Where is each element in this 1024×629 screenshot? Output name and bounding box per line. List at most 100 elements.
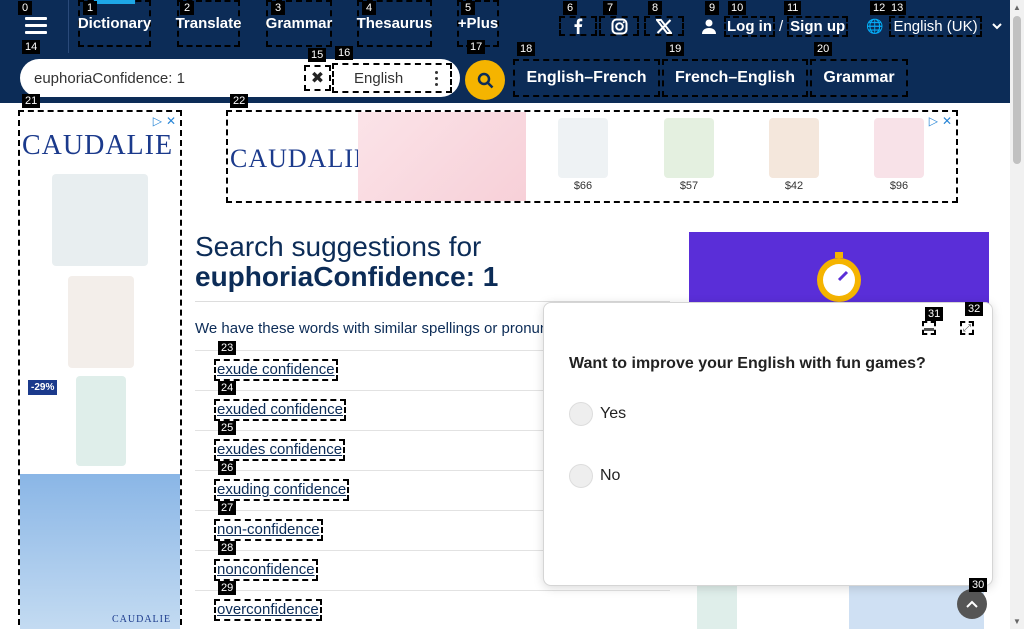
index-badge: 23 [218, 341, 237, 355]
suggestion-link[interactable]: exude confidence [214, 359, 338, 381]
clear-icon[interactable]: ✖ [304, 65, 331, 91]
stopwatch-icon [817, 252, 861, 302]
ad-price: $96 [889, 180, 909, 192]
option-label: No [600, 467, 621, 484]
index-badge: 15 [308, 48, 327, 62]
title-query: euphoriaConfidence: 1 [195, 261, 499, 292]
index-badge: 10 [728, 1, 747, 15]
index-badge: 16 [335, 46, 354, 60]
search-box: ✖ English [20, 59, 460, 97]
index-badge: 22 [230, 94, 249, 108]
page-scrollbar[interactable]: ▲ ▼ [1010, 0, 1024, 629]
ad-brand-logo: CAUDALIE [230, 144, 371, 173]
instagram-icon[interactable] [599, 16, 639, 36]
ad-controls: ▷ ✕ [153, 114, 176, 128]
login-link[interactable]: Log in [724, 15, 775, 37]
index-badge: 2 [180, 1, 194, 15]
search-icon [477, 72, 493, 88]
option-label: Yes [600, 405, 627, 422]
radio-yes[interactable] [569, 402, 593, 426]
signup-link[interactable]: Sign up [787, 15, 849, 37]
ad-product-image [76, 376, 126, 466]
popup-question: Want to improve your English with fun ga… [569, 355, 926, 372]
search-input[interactable] [34, 67, 304, 89]
index-badge: 11 [784, 1, 802, 15]
suggestion-link[interactable]: exuded confidence [214, 399, 346, 421]
suggestion-link[interactable]: exudes confidence [214, 439, 346, 461]
ad-close-icon[interactable]: ✕ [166, 114, 176, 128]
index-badge: 18 [517, 42, 536, 56]
index-badge: 32 [965, 302, 984, 316]
search-button[interactable] [465, 60, 505, 100]
option-yes[interactable]: Yes [569, 402, 626, 426]
suggestion-link[interactable]: exuding confidence [214, 479, 350, 501]
option-no[interactable]: No [569, 464, 620, 488]
index-badge: 29 [218, 581, 237, 595]
radio-no[interactable] [569, 464, 593, 488]
discount-badge: -29% [28, 380, 58, 395]
index-badge: 26 [218, 461, 237, 475]
language-selector[interactable]: 🌐 English (UK) [866, 14, 1002, 38]
suggestion-link[interactable]: nonconfidence [214, 559, 318, 581]
ad-price: $42 [784, 180, 804, 192]
scrollbar-thumb[interactable] [1013, 16, 1021, 164]
scroll-to-top-button[interactable] [957, 589, 987, 619]
facebook-icon[interactable] [559, 16, 597, 36]
index-badge: 24 [218, 381, 237, 395]
index-badge: 13 [888, 1, 907, 15]
chevron-down-icon [991, 22, 1002, 29]
title-prefix: Search suggestions for [195, 231, 482, 262]
index-badge: 12 [870, 1, 889, 15]
ad-product-image [52, 174, 148, 266]
ad-price: $66 [573, 180, 593, 192]
index-badge: 0 [18, 1, 32, 15]
suggestion-link[interactable]: overconfidence [214, 599, 322, 621]
index-badge: 4 [362, 1, 376, 15]
index-badge: 1 [83, 1, 97, 15]
index-badge: 25 [218, 421, 237, 435]
ad-banner-image [20, 474, 180, 629]
ad-controls: ▷ ✕ [929, 114, 952, 128]
scroll-down-arrow[interactable]: ▼ [1013, 617, 1021, 626]
ad-product-image [68, 276, 134, 368]
left-advertisement[interactable]: ▷ ✕ CAUDALIE -29% CAUDALIE [18, 110, 182, 629]
index-badge: 9 [705, 1, 719, 15]
ad-product-image [769, 118, 819, 178]
scroll-up-arrow[interactable]: ▲ [1013, 3, 1021, 12]
index-badge: 5 [461, 1, 475, 15]
search-bar: ✖ English English–French French–English … [0, 53, 1010, 103]
index-badge: 3 [271, 1, 285, 15]
chevron-up-icon [966, 600, 978, 608]
top-advertisement[interactable]: CAUDALIE $66 $57 $42 $96 ▷ ✕ [226, 110, 958, 203]
ad-product-image [874, 118, 924, 178]
page-title: Search suggestions for euphoriaConfidenc… [195, 232, 498, 292]
ad-brand-logo: CAUDALIE [112, 614, 172, 625]
ad-product-image [358, 112, 526, 201]
search-language-select[interactable]: English [332, 63, 452, 93]
index-badge: 31 [925, 307, 944, 321]
ad-choices-icon[interactable]: ▷ [153, 114, 162, 128]
login-separator: / [779, 17, 784, 35]
expand-icon[interactable]: ⤢ [960, 321, 974, 335]
top-navbar: Dictionary Translate Grammar Thesaurus +… [0, 0, 1010, 53]
index-badge: 27 [218, 501, 237, 515]
suggestions-intro: We have these words with similar spellin… [195, 320, 545, 337]
tab-grammar[interactable]: Grammar [810, 59, 908, 97]
ad-choices-icon[interactable]: ▷ [929, 114, 938, 128]
index-badge: 20 [814, 42, 833, 56]
minimize-icon[interactable]: ▬ [922, 321, 936, 335]
tab-english-french[interactable]: English–French [513, 59, 660, 97]
ad-banner-image [689, 232, 989, 307]
ad-close-icon[interactable]: ✕ [942, 114, 952, 128]
suggestion-link[interactable]: non-confidence [214, 519, 323, 541]
index-badge: 7 [603, 1, 617, 15]
index-badge: 8 [648, 1, 662, 15]
tab-french-english[interactable]: French–English [662, 59, 808, 97]
index-badge: 21 [22, 94, 41, 108]
index-badge: 28 [218, 541, 237, 555]
x-icon[interactable] [644, 16, 684, 36]
ad-product-image [664, 118, 714, 178]
nav-divider [68, 0, 69, 53]
user-icon [702, 19, 716, 34]
index-badge: 14 [22, 40, 41, 54]
